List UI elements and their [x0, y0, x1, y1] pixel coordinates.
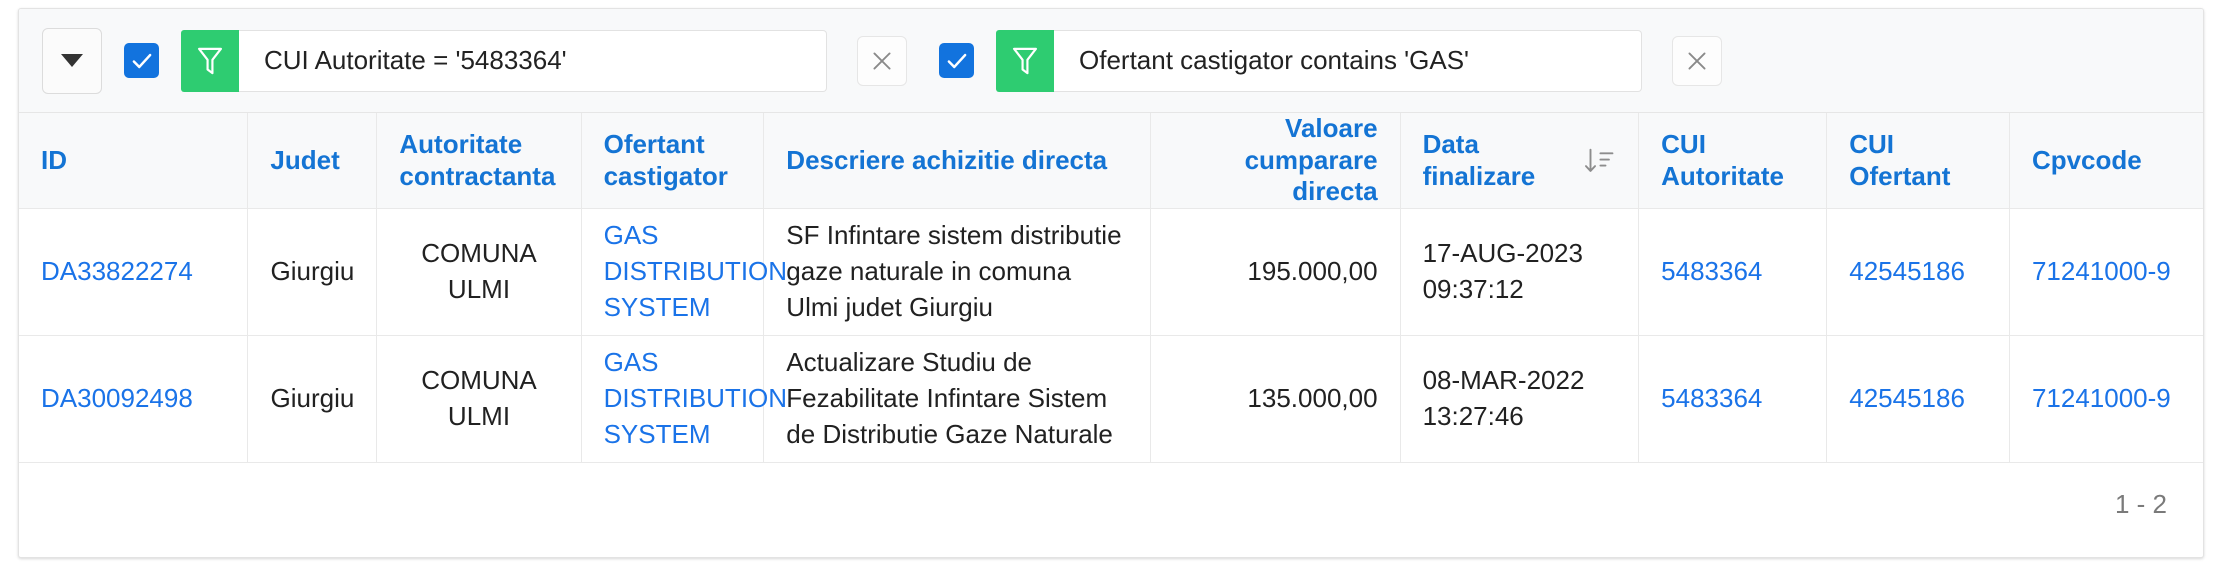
column-header-label: Data finalizare — [1422, 128, 1536, 191]
table-row[interactable]: DA30092498 Giurgiu COMUNA ULMI GAS DISTR… — [19, 335, 2203, 464]
close-icon — [1688, 51, 1706, 70]
header-row: ID Judet Autoritate contractanta Ofertan… — [19, 113, 2203, 210]
column-header-label: Cpvcode — [2031, 144, 2142, 175]
checkmark-icon — [947, 53, 966, 68]
sort-descending-icon[interactable] — [1582, 144, 1616, 178]
column-header-label: CUI Ofertant — [1849, 128, 1951, 191]
report-grid-page: CUI Autoritate = '5483364' Ofertant cast… — [0, 0, 2222, 578]
column-header-label: Autoritate contractanta — [399, 128, 556, 191]
column-header-data-finalizare[interactable]: Data finalizare — [1400, 113, 1640, 210]
cell-cpvcode[interactable]: 71241000-9 — [2009, 335, 2203, 464]
column-header-autoritate-contractanta[interactable]: Autoritate contractanta — [376, 113, 582, 210]
cell-id[interactable]: DA33822274 — [19, 208, 249, 337]
cell-cui-ofertant[interactable]: 42545186 — [1826, 208, 2010, 337]
filter-funnel-button-1[interactable] — [181, 29, 239, 92]
filter-funnel-button-2[interactable] — [996, 29, 1054, 92]
column-header-descriere-achizitie-directa[interactable]: Descriere achizitie directa — [763, 113, 1152, 210]
filter-expression-input-2[interactable]: Ofertant castigator contains 'GAS' — [1054, 29, 1642, 92]
cell-cpvcode[interactable]: 71241000-9 — [2009, 208, 2203, 337]
cell-judet: Giurgiu — [247, 208, 378, 337]
pagination-range[interactable]: 1 - 2 — [2115, 489, 2167, 520]
table-header: ID Judet Autoritate contractanta Ofertan… — [19, 113, 2203, 210]
column-header-cui-autoritate[interactable]: CUI Autoritate — [1638, 113, 1828, 210]
filter-expression-input-1[interactable]: CUI Autoritate = '5483364' — [239, 29, 827, 92]
filter-toolbar: CUI Autoritate = '5483364' Ofertant cast… — [19, 9, 2203, 113]
grid-footer: 1 - 2 — [19, 463, 2203, 547]
column-header-ofertant-castigator[interactable]: Ofertant castigator — [581, 113, 765, 210]
column-header-cpvcode[interactable]: Cpvcode — [2009, 113, 2203, 210]
column-header-label: CUI Autoritate — [1661, 128, 1784, 191]
filter-clear-button-1[interactable] — [857, 35, 907, 86]
column-header-cui-ofertant[interactable]: CUI Ofertant — [1826, 113, 2010, 210]
cell-data-finalizare: 08-MAR-2022 13:27:46 — [1400, 335, 1640, 464]
cell-valoare: 135.000,00 — [1150, 335, 1401, 464]
cell-judet: Giurgiu — [247, 335, 378, 464]
grid-card: CUI Autoritate = '5483364' Ofertant cast… — [18, 8, 2204, 558]
table-body: DA33822274 Giurgiu COMUNA ULMI GAS DISTR… — [19, 208, 2203, 464]
column-header-judet[interactable]: Judet — [247, 113, 378, 210]
cell-cui-autoritate[interactable]: 5483364 — [1638, 335, 1828, 464]
funnel-icon — [1012, 47, 1038, 74]
cell-valoare: 195.000,00 — [1150, 208, 1401, 337]
filter-options-dropdown-button[interactable] — [42, 27, 102, 94]
column-header-label: ID — [41, 144, 67, 175]
filter-chip-1: CUI Autoritate = '5483364' — [124, 29, 827, 92]
filter-enabled-checkbox-1[interactable] — [124, 43, 159, 78]
cell-id[interactable]: DA30092498 — [19, 335, 249, 464]
cell-ofertant-castigator[interactable]: GAS DISTRIBUTION SYSTEM — [581, 208, 787, 337]
checkmark-icon — [132, 53, 151, 68]
column-header-label: Valoare cumparare directa — [1244, 113, 1378, 207]
cell-descriere: Actualizare Studiu de Fezabilitate Infin… — [763, 335, 1152, 464]
column-header-label: Descriere achizitie directa — [786, 144, 1108, 175]
filter-enabled-checkbox-2[interactable] — [939, 43, 974, 78]
cell-ofertant-castigator[interactable]: GAS DISTRIBUTION SYSTEM — [581, 335, 787, 464]
caret-down-icon — [61, 54, 83, 67]
cell-cui-ofertant[interactable]: 42545186 — [1826, 335, 2010, 464]
column-header-id[interactable]: ID — [19, 113, 249, 210]
cell-autoritate-contractanta: COMUNA ULMI — [376, 208, 582, 337]
cell-cui-autoritate[interactable]: 5483364 — [1638, 208, 1828, 337]
funnel-icon — [197, 47, 223, 74]
cell-autoritate-contractanta: COMUNA ULMI — [376, 335, 582, 464]
cell-data-finalizare: 17-AUG-2023 09:37:12 — [1400, 208, 1640, 337]
results-table: ID Judet Autoritate contractanta Ofertan… — [19, 113, 2203, 464]
filter-chip-2: Ofertant castigator contains 'GAS' — [939, 29, 1642, 92]
close-icon — [873, 51, 891, 70]
table-row[interactable]: DA33822274 Giurgiu COMUNA ULMI GAS DISTR… — [19, 208, 2203, 337]
column-header-valoare-cumparare-directa[interactable]: Valoare cumparare directa — [1150, 113, 1401, 210]
cell-descriere: SF Infintare sistem distributie gaze nat… — [763, 208, 1152, 337]
filter-clear-button-2[interactable] — [1672, 35, 1722, 86]
column-header-label: Judet — [270, 144, 340, 175]
column-header-label: Ofertant castigator — [603, 128, 728, 191]
